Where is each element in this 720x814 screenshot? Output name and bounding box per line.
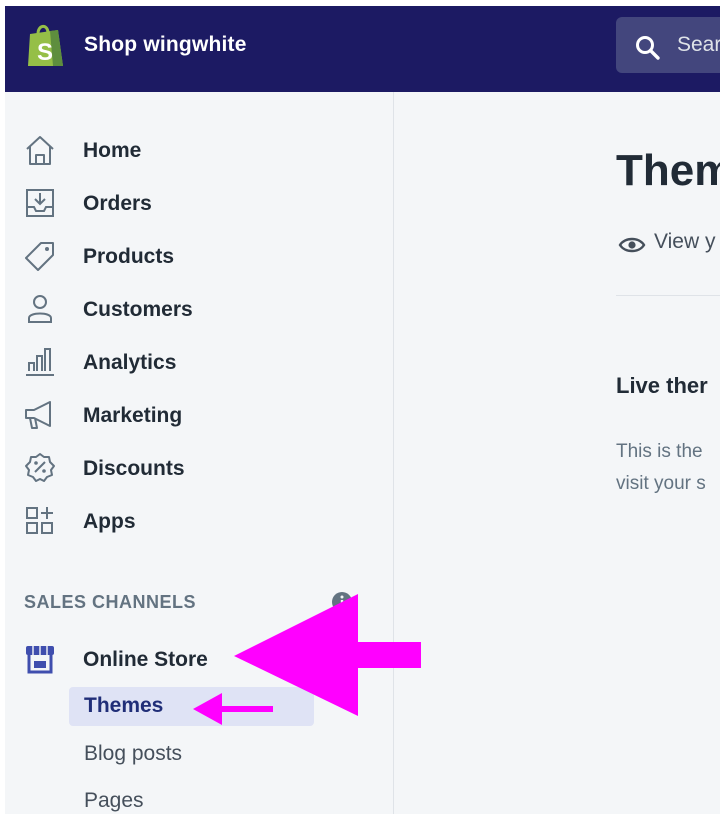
search-bar[interactable]: Sear xyxy=(616,17,720,73)
live-theme-desc-line: This is the xyxy=(616,441,703,462)
sidebar-subitem-blog-posts[interactable]: Blog posts xyxy=(84,742,182,766)
app-frame: S Shop wingwhite Sear Home Orders Produc… xyxy=(5,6,720,814)
sidebar-item-label: Products xyxy=(83,245,175,268)
home-icon xyxy=(26,136,54,165)
sidebar-subitem-themes[interactable]: Themes xyxy=(84,694,163,718)
sales-channels-heading: SALES CHANNELS xyxy=(24,592,197,612)
sidebar: Home Orders Products Customers Analytics… xyxy=(5,92,394,814)
sidebar-item-products[interactable]: Products xyxy=(5,236,393,276)
divider xyxy=(616,295,720,296)
sidebar-item-discounts[interactable]: Discounts xyxy=(5,448,393,488)
shop-name[interactable]: Shop wingwhite xyxy=(84,33,247,57)
top-bar: S Shop wingwhite Sear xyxy=(5,6,720,92)
megaphone-icon xyxy=(25,401,51,429)
bar-chart-icon xyxy=(26,348,54,376)
discount-badge-icon xyxy=(25,453,55,482)
sidebar-item-label: Apps xyxy=(83,510,136,533)
live-theme-description: This is the visit your s xyxy=(616,436,706,500)
sidebar-item-home[interactable]: Home xyxy=(5,130,393,170)
sidebar-item-online-store[interactable]: Online Store xyxy=(5,639,393,679)
search-input[interactable]: Sear xyxy=(677,33,720,57)
svg-text:S: S xyxy=(37,39,53,66)
sidebar-item-label: Discounts xyxy=(83,457,185,480)
sidebar-subitem-pages[interactable]: Pages xyxy=(84,789,144,813)
sidebar-item-orders[interactable]: Orders xyxy=(5,183,393,223)
person-icon xyxy=(28,295,52,323)
sidebar-item-label: Customers xyxy=(83,298,193,321)
sidebar-item-label: Online Store xyxy=(83,648,208,671)
search-icon xyxy=(636,36,660,60)
store-icon xyxy=(26,646,54,674)
sidebar-item-apps[interactable]: Apps xyxy=(5,501,393,541)
live-theme-desc-line: visit your s xyxy=(616,473,706,494)
sidebar-item-customers[interactable]: Customers xyxy=(5,289,393,329)
sidebar-item-analytics[interactable]: Analytics xyxy=(5,342,393,382)
shopify-bag-logo: S xyxy=(28,24,63,66)
page-title: Them xyxy=(616,146,720,195)
eye-icon xyxy=(618,237,646,253)
sidebar-item-label: Home xyxy=(83,139,142,162)
sidebar-item-label: Analytics xyxy=(83,351,177,374)
sidebar-item-label: Orders xyxy=(83,192,152,215)
orders-icon xyxy=(26,189,54,217)
apps-grid-icon xyxy=(26,507,53,534)
sidebar-item-marketing[interactable]: Marketing xyxy=(5,395,393,435)
tag-icon xyxy=(25,242,54,271)
sidebar-item-label: Marketing xyxy=(83,404,183,427)
view-store-label: View y xyxy=(654,230,716,253)
info-icon[interactable] xyxy=(330,590,354,614)
live-theme-title: Live ther xyxy=(616,373,708,398)
